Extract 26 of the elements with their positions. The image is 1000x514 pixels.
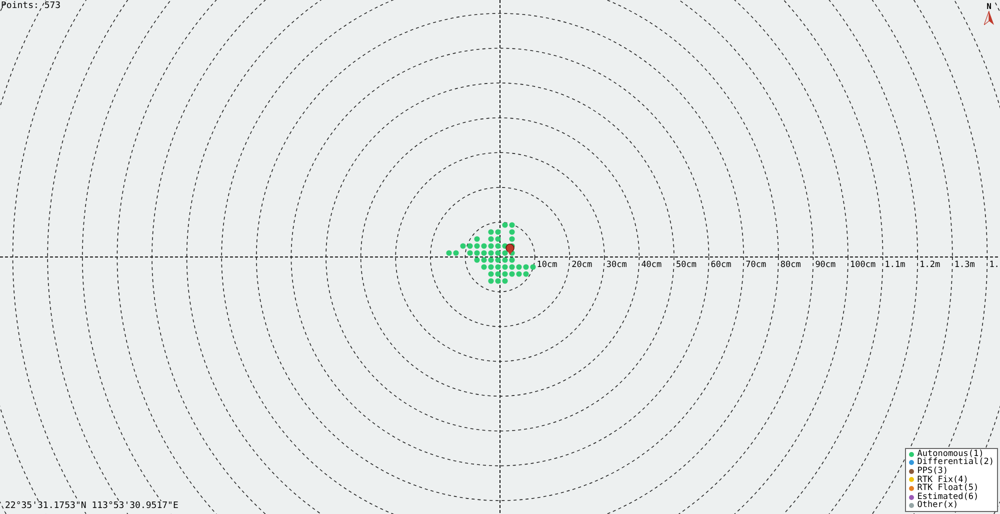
legend-label: Autonomous(1) — [917, 450, 984, 458]
north-label: N — [986, 2, 992, 11]
legend-label: Estimated(6) — [917, 492, 979, 502]
position-coordinates: 22°35'31.1753"N 113°53'30.9517"E — [5, 501, 178, 512]
distance-label: 1. — [989, 260, 1000, 270]
distance-label: 90cm — [815, 260, 836, 270]
distance-label: 100cm — [850, 260, 876, 270]
points-count: Points: 573 — [1, 1, 61, 12]
distance-label: 1.2m — [920, 260, 940, 270]
distance-label: 20cm — [572, 260, 592, 270]
distance-label: 80cm — [780, 260, 801, 270]
legend-label: RTK Float(5) — [917, 484, 979, 493]
legend-label: Differential(2) — [917, 458, 994, 468]
distance-label: 1.1m — [884, 260, 906, 270]
distance-label: 60cm — [710, 260, 732, 270]
distance-label: 1.3m — [954, 260, 975, 270]
legend-label: PPS(3) — [917, 467, 948, 476]
distance-label: 70cm — [746, 260, 766, 270]
distance-label: 10cm — [536, 260, 558, 270]
north-arrow-icon — [984, 11, 994, 25]
legend-label: RTK Fix(4) — [917, 476, 968, 484]
legend-label: Other(x) — [917, 501, 958, 510]
distance-label: 40cm — [641, 260, 662, 270]
distance-label: 50cm — [676, 260, 696, 270]
distance-label: 30cm — [606, 260, 627, 270]
location-pin-icon — [506, 244, 514, 255]
